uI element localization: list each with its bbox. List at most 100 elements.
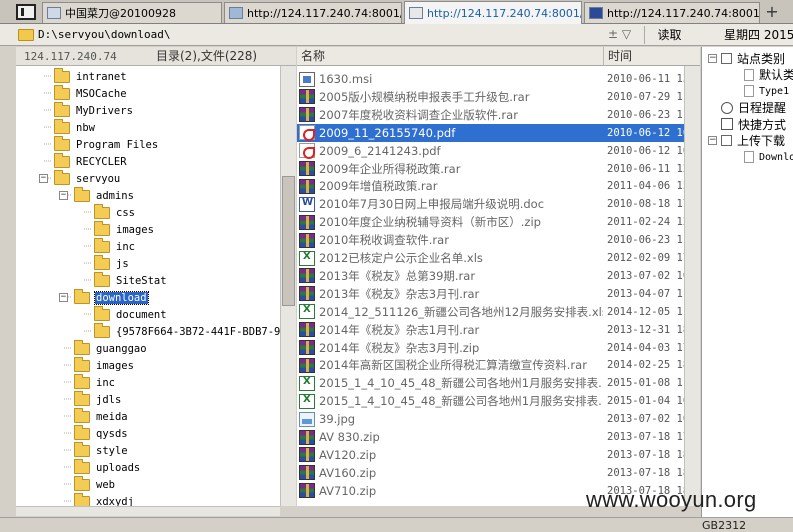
- file-row[interactable]: 2010年度企业纳税辅导资料（新市区）.zip 2011-02-24 12:5: [297, 213, 700, 231]
- file-row[interactable]: 2014年高新区国税企业所得税汇算清缴宣传资料.rar 2014-02-25 18…: [297, 356, 700, 374]
- rar-file-icon: [299, 161, 315, 176]
- tree-item[interactable]: document: [79, 305, 168, 323]
- rar-file-icon: [299, 89, 315, 105]
- rar-file-icon: [299, 232, 315, 248]
- tree-item[interactable]: nbw: [39, 118, 96, 136]
- tree-item[interactable]: MyDrivers: [39, 101, 134, 119]
- folder-icon: [74, 407, 90, 423]
- tab-url-1[interactable]: http://124.117.240.74:8001/...: [224, 2, 402, 23]
- tree-item[interactable]: SiteStat: [79, 271, 168, 289]
- file-row[interactable]: 2013年《税友》总第39期.rar 2013-07-02 10:1: [297, 267, 700, 285]
- file-name: 2010年7月30日网上申报局端升级说明.doc: [319, 197, 545, 212]
- file-row[interactable]: 2009年企业所得税政策.rar 2010-06-11 12:5: [297, 160, 700, 178]
- tree-item[interactable]: js: [79, 254, 130, 272]
- tab-caidao[interactable]: 中国菜刀@20100928: [42, 2, 222, 23]
- file-row[interactable]: 2014年《税友》杂志3月刊.zip 2014-04-03 17:5: [297, 339, 700, 357]
- folder-icon: [94, 220, 110, 236]
- collapse-toggle-icon[interactable]: −: [59, 191, 68, 200]
- tree-item-label: RECYCLER: [76, 155, 127, 168]
- tree-item[interactable]: images: [79, 220, 155, 238]
- tree-item[interactable]: uploads: [59, 458, 141, 476]
- folder-icon: [54, 118, 70, 134]
- tree-item[interactable]: inc: [59, 373, 116, 391]
- column-name[interactable]: 名称: [301, 47, 601, 66]
- tree-item[interactable]: images: [59, 356, 135, 374]
- file-name: 2010年税收调查软件.rar: [319, 233, 449, 248]
- file-row[interactable]: 2010年税收调查软件.rar 2010-06-23 11:2: [297, 231, 700, 249]
- panel-item[interactable]: − 站点类别: [708, 50, 785, 66]
- file-name: 2009_6_2141243.pdf: [319, 143, 441, 158]
- file-row[interactable]: 2015_1_4_10_45_48_新疆公司各地州1月服务安排表...2015-…: [297, 392, 700, 410]
- tree-item[interactable]: intranet: [39, 67, 128, 85]
- file-row[interactable]: 2009_6_2141243.pdf 2010-06-12 16:2: [297, 142, 700, 160]
- folder-icon: [74, 339, 90, 355]
- tree-item-label: uploads: [96, 461, 141, 474]
- tree-item[interactable]: jdls: [59, 390, 122, 408]
- file-row[interactable]: AV 830.zip 2013-07-18 17:5: [297, 428, 700, 446]
- doc-file-icon: [299, 196, 315, 212]
- read-button[interactable]: 读取: [644, 26, 694, 44]
- tree-item[interactable]: inc: [79, 237, 136, 255]
- file-row[interactable]: 2012已核定户公示企业名单.xls2012-02-09 17:1: [297, 249, 700, 267]
- tree-item[interactable]: css: [79, 203, 136, 221]
- file-row[interactable]: 1630.msi 2010-06-11 13:1: [297, 70, 700, 88]
- file-list-scrollbar[interactable]: [684, 66, 700, 506]
- tree-scroll-thumb[interactable]: [282, 176, 295, 306]
- tree-horizontal-scrollbar[interactable]: [16, 506, 280, 516]
- tree-item[interactable]: web: [59, 475, 116, 493]
- panel-item[interactable]: Type1: [744, 83, 789, 99]
- tree-item[interactable]: Program Files: [39, 135, 159, 153]
- file-row[interactable]: 2013年《税友》杂志3月刊.rar 2013-04-07 11:4: [297, 285, 700, 303]
- path-input[interactable]: [38, 26, 608, 43]
- folder-icon: [54, 169, 70, 185]
- window-menu-icon[interactable]: [16, 4, 36, 20]
- tree-item-label: MSOCache: [76, 87, 127, 100]
- tree-item[interactable]: − servyou: [39, 169, 121, 187]
- tree-item[interactable]: {9578F664-3B72-441F-BDB7-94C: [79, 322, 280, 340]
- tree-item[interactable]: MSOCache: [39, 84, 128, 102]
- new-tab-button[interactable]: +: [762, 3, 782, 21]
- collapse-toggle-icon[interactable]: −: [59, 293, 68, 302]
- tree-item[interactable]: guanggao: [59, 339, 148, 357]
- panel-item[interactable]: 日程提醒: [708, 100, 786, 116]
- file-row[interactable]: 2015_1_4_10_45_48_新疆公司各地州1月服务安排表...2015-…: [297, 374, 700, 392]
- tree-item[interactable]: RECYCLER: [39, 152, 128, 170]
- file-name: 39.jpg: [319, 412, 356, 427]
- file-name: AV160.zip: [319, 465, 377, 480]
- file-name: AV120.zip: [319, 447, 377, 462]
- collapse-toggle-icon[interactable]: −: [708, 53, 717, 63]
- collapse-toggle-icon[interactable]: −: [708, 136, 717, 145]
- tree-item[interactable]: xdxydj: [59, 492, 135, 507]
- file-name: 2014年《税友》杂志3月刊.zip: [319, 340, 480, 355]
- column-time[interactable]: 时间: [603, 47, 700, 66]
- file-row[interactable]: 39.jpg 2013-07-02 10:5: [297, 410, 700, 428]
- tree-item[interactable]: meida: [59, 407, 129, 425]
- tab-url-2[interactable]: http://124.117.240.74:8001/...: [404, 1, 582, 24]
- tree-item[interactable]: − download: [59, 288, 149, 306]
- path-history-arrows[interactable]: ± ▽: [608, 27, 631, 41]
- file-row[interactable]: AV120.zip 2013-07-18 18:0: [297, 446, 700, 464]
- panel-item[interactable]: 快捷方式: [708, 116, 786, 132]
- rar-file-icon: [299, 107, 315, 123]
- site-panel: − 站点类别 默认类 Type1 日程提醒 快捷方式 − 上传下载 Downlo: [701, 47, 793, 517]
- date-label: 星期四 2015: [724, 28, 793, 42]
- tree-item[interactable]: style: [59, 441, 129, 459]
- collapse-toggle-icon[interactable]: −: [39, 174, 48, 183]
- panel-item[interactable]: Downlo: [744, 149, 793, 165]
- panel-item[interactable]: − 上传下载: [708, 133, 785, 149]
- file-row[interactable]: 2007年度税收资料调查企业版软件.rar 2010-06-23 11:0: [297, 106, 700, 124]
- tree-item-label: xdxydj: [96, 495, 134, 507]
- tree-vertical-scrollbar[interactable]: [280, 66, 296, 506]
- file-row[interactable]: 2009年增值税政策.rar 2011-04-06 15:4: [297, 177, 700, 195]
- tree-item[interactable]: qysds: [59, 424, 129, 442]
- file-row[interactable]: 2014_12_511126_新疆公司各地州12月服务安排表.xls2014-1…: [297, 303, 700, 321]
- file-name: 2009年企业所得税政策.rar: [319, 161, 461, 176]
- file-row[interactable]: 2010年7月30日网上申报局端升级说明.doc2010-08-18 17:5: [297, 195, 700, 213]
- tree-item[interactable]: − admins: [59, 186, 135, 204]
- file-row[interactable]: 2009_11_26155740.pdf 2010-06-12 16:1: [297, 123, 700, 142]
- file-row[interactable]: 2005版小规模纳税申报表手工升级包.rar 2010-07-29 11:4: [297, 88, 700, 106]
- panel-item[interactable]: 默认类: [744, 67, 793, 83]
- file-row[interactable]: AV160.zip 2013-07-18 18:0: [297, 464, 700, 482]
- file-row[interactable]: 2014年《税友》杂志1月刊.rar 2013-12-31 18:2: [297, 321, 700, 339]
- tab-url-3[interactable]: http://124.117.240.74:8001/...: [584, 2, 760, 23]
